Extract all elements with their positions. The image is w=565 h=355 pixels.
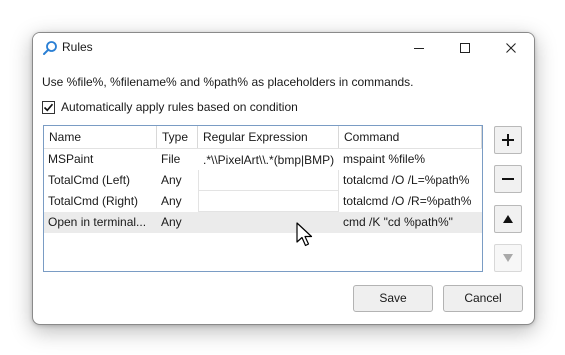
close-button[interactable] xyxy=(488,33,534,62)
column-header-name[interactable]: Name xyxy=(44,126,157,148)
cell-type: Any xyxy=(161,173,182,187)
rules-dialog: Rules Use %file%, %filename% and %path% … xyxy=(32,32,535,325)
search-icon xyxy=(42,40,58,56)
cell-command: mspaint %file% xyxy=(343,152,426,166)
checkmark-icon xyxy=(43,103,54,111)
rules-table[interactable]: Name Type Regular Expression Command MSP… xyxy=(43,125,483,272)
table-row[interactable]: MSPaint File .*\\PixelArt\\.*(bmp|BMP) m… xyxy=(44,149,482,170)
column-header-command[interactable]: Command xyxy=(339,126,482,148)
column-header-type[interactable]: Type xyxy=(157,126,198,148)
cell-name: TotalCmd (Left) xyxy=(48,173,131,187)
column-header-regex[interactable]: Regular Expression xyxy=(198,126,339,148)
cell-regex xyxy=(198,212,339,233)
save-button[interactable]: Save xyxy=(353,285,433,312)
plus-icon xyxy=(502,134,514,146)
cancel-button[interactable]: Cancel xyxy=(443,285,523,312)
mouse-pointer-icon xyxy=(296,222,313,247)
auto-apply-row[interactable]: Automatically apply rules based on condi… xyxy=(42,99,298,115)
auto-apply-checkbox[interactable] xyxy=(42,100,55,114)
maximize-button[interactable] xyxy=(442,33,488,62)
add-rule-button[interactable] xyxy=(494,126,522,154)
table-row[interactable]: TotalCmd (Left) Any totalcmd /O /L=%path… xyxy=(44,170,482,191)
window-title: Rules xyxy=(62,40,93,54)
table-row-selected[interactable]: Open in terminal... Any cmd /K "cd %path… xyxy=(44,212,482,233)
cell-type: Any xyxy=(161,194,182,208)
move-down-button[interactable] xyxy=(494,244,522,272)
cell-type: File xyxy=(161,152,181,166)
minimize-button[interactable] xyxy=(396,33,442,62)
cell-type: Any xyxy=(161,215,182,229)
cell-command: totalcmd /O /R=%path% xyxy=(343,194,472,208)
cell-name: MSPaint xyxy=(48,152,94,166)
cell-regex: .*\\PixelArt\\.*(bmp|BMP) xyxy=(203,153,335,167)
title-bar[interactable]: Rules xyxy=(33,33,534,62)
cell-regex xyxy=(198,170,339,191)
cell-command: cmd /K "cd %path%" xyxy=(343,215,453,229)
triangle-up-icon xyxy=(503,215,513,223)
placeholder-hint: Use %file%, %filename% and %path% as pla… xyxy=(42,75,414,89)
cell-name: TotalCmd (Right) xyxy=(48,194,139,208)
auto-apply-label: Automatically apply rules based on condi… xyxy=(61,100,298,114)
triangle-down-icon xyxy=(503,254,513,262)
cell-regex xyxy=(198,191,339,212)
minus-icon xyxy=(502,178,514,180)
move-up-button[interactable] xyxy=(494,205,522,233)
table-header: Name Type Regular Expression Command xyxy=(44,126,482,149)
table-row[interactable]: TotalCmd (Right) Any totalcmd /O /R=%pat… xyxy=(44,191,482,212)
cell-name: Open in terminal... xyxy=(48,215,147,229)
remove-rule-button[interactable] xyxy=(494,165,522,193)
cell-command: totalcmd /O /L=%path% xyxy=(343,173,470,187)
